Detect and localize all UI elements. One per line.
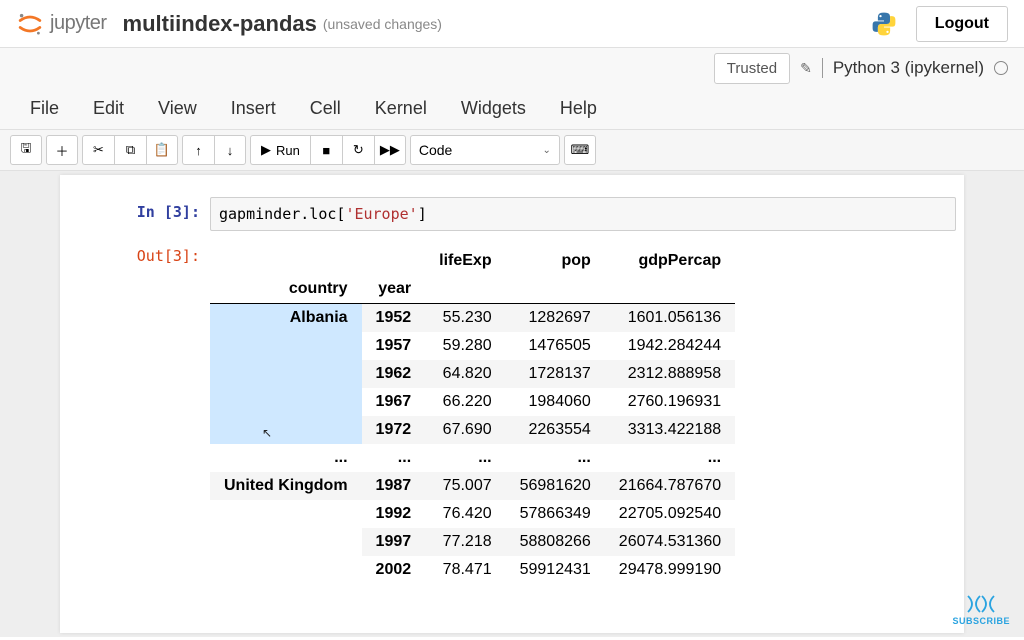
edit-icon[interactable]: ✎ bbox=[800, 60, 812, 77]
menu-help[interactable]: Help bbox=[560, 98, 597, 119]
menu-view[interactable]: View bbox=[158, 98, 197, 119]
keyboard-icon: ⌨ bbox=[570, 142, 589, 158]
copy-icon: ⧉ bbox=[126, 142, 135, 158]
kernel-name[interactable]: Python 3 (ipykernel) bbox=[833, 58, 984, 78]
cell-type-select[interactable]: Code ⌄ bbox=[410, 135, 560, 165]
restart-button[interactable]: ↻ bbox=[342, 135, 374, 165]
move-up-button[interactable]: ↑ bbox=[182, 135, 214, 165]
app-header: jupyter multiindex-pandas (unsaved chang… bbox=[0, 0, 1024, 48]
menu-edit[interactable]: Edit bbox=[93, 98, 124, 119]
floppy-icon: 🖫 bbox=[20, 139, 31, 161]
kernel-indicator-icon bbox=[994, 61, 1008, 75]
input-prompt: In [3]: bbox=[60, 197, 210, 231]
arrow-down-icon: ↓ bbox=[227, 143, 234, 158]
subscribe-badge[interactable]: SUBSCRIBE bbox=[952, 594, 1010, 626]
cut-button[interactable]: ✂ bbox=[82, 135, 114, 165]
save-status: (unsaved changes) bbox=[323, 16, 442, 32]
restart-icon: ↻ bbox=[353, 142, 364, 158]
fast-forward-icon: ▶▶ bbox=[380, 142, 400, 158]
notebook-name[interactable]: multiindex-pandas bbox=[123, 11, 317, 37]
arrow-up-icon: ↑ bbox=[195, 143, 202, 158]
trusted-badge[interactable]: Trusted bbox=[714, 53, 790, 84]
copy-button[interactable]: ⧉ bbox=[114, 135, 146, 165]
python-icon bbox=[870, 10, 898, 38]
scissors-icon: ✂ bbox=[93, 142, 104, 158]
move-down-button[interactable]: ↓ bbox=[214, 135, 246, 165]
status-row: Trusted ✎ Python 3 (ipykernel) bbox=[0, 48, 1024, 88]
menu-insert[interactable]: Insert bbox=[231, 98, 276, 119]
toolbar: 🖫 ＋ ✂ ⧉ 📋 ↑ ↓ ▶Run ■ ↻ ▶▶ Code ⌄ ⌨ bbox=[0, 130, 1024, 171]
dna-icon bbox=[966, 594, 996, 614]
stop-icon: ■ bbox=[322, 143, 330, 158]
code-input[interactable]: gapminder.loc['Europe'] bbox=[210, 197, 956, 231]
plus-icon: ＋ bbox=[55, 141, 68, 160]
interrupt-button[interactable]: ■ bbox=[310, 135, 342, 165]
save-button[interactable]: 🖫 bbox=[10, 135, 42, 165]
logout-button[interactable]: Logout bbox=[916, 6, 1008, 42]
output-prompt: Out[3]: bbox=[60, 241, 210, 584]
run-button[interactable]: ▶Run bbox=[250, 135, 310, 165]
menu-cell[interactable]: Cell bbox=[310, 98, 341, 119]
paste-button[interactable]: 📋 bbox=[146, 135, 178, 165]
notebook-area[interactable]: In [3]: gapminder.loc['Europe'] Out[3]: … bbox=[0, 171, 1024, 637]
brand-text: jupyter bbox=[50, 12, 107, 35]
add-cell-button[interactable]: ＋ bbox=[46, 135, 78, 165]
menu-widgets[interactable]: Widgets bbox=[461, 98, 526, 119]
dataframe-output: lifeExppopgdpPercapcountryyearAlbania195… bbox=[210, 247, 735, 584]
code-cell[interactable]: In [3]: gapminder.loc['Europe'] Out[3]: … bbox=[60, 197, 964, 584]
menu-file[interactable]: File bbox=[30, 98, 59, 119]
restart-run-all-button[interactable]: ▶▶ bbox=[374, 135, 406, 165]
jupyter-logo[interactable]: jupyter bbox=[16, 10, 107, 38]
menu-kernel[interactable]: Kernel bbox=[375, 98, 427, 119]
main-menu: File Edit View Insert Cell Kernel Widget… bbox=[0, 88, 1024, 129]
play-icon: ▶ bbox=[261, 142, 271, 158]
jupyter-icon bbox=[16, 10, 44, 38]
paste-icon: 📋 bbox=[154, 142, 170, 158]
command-palette-button[interactable]: ⌨ bbox=[564, 135, 596, 165]
chevron-down-icon: ⌄ bbox=[542, 145, 550, 156]
